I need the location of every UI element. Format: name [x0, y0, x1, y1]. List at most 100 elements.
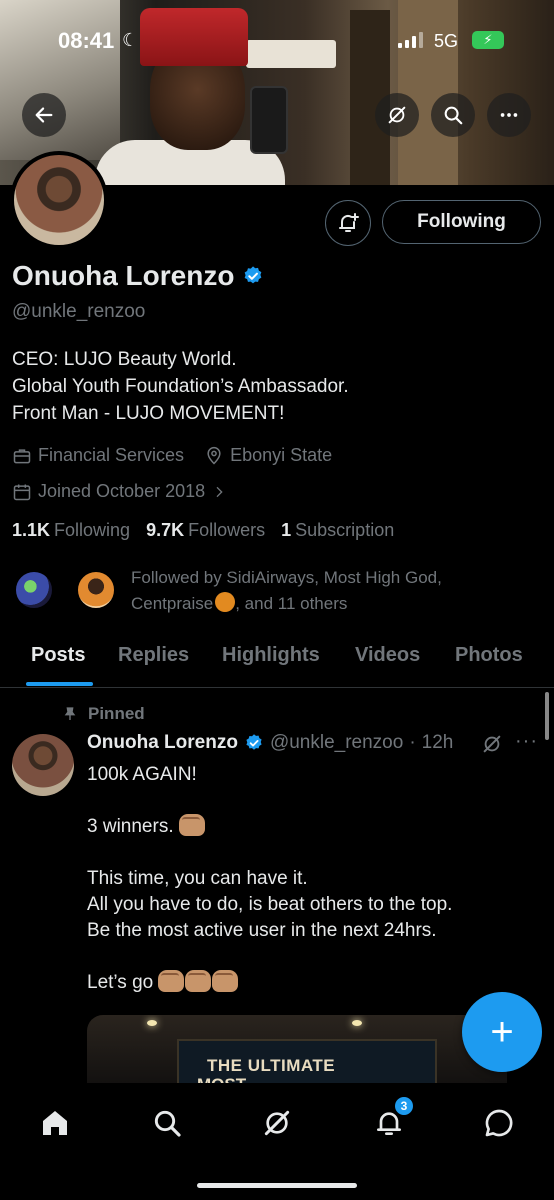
- battery-charging-icon: ⚡: [472, 31, 504, 49]
- post-separator: ·: [409, 732, 416, 753]
- fist-emoji-icon: [212, 970, 239, 992]
- post-author-avatar[interactable]: [12, 734, 74, 796]
- post-author-handle: @unkle_renzoo: [269, 732, 404, 753]
- post-line-with-emoji: Let’s go: [87, 970, 527, 996]
- more-horizontal-icon: [500, 113, 518, 117]
- search-icon: [154, 1110, 181, 1137]
- nav-messages[interactable]: [477, 1101, 521, 1145]
- profile-name: Onuoha Lorenzo: [12, 260, 235, 291]
- subscription-label: Subscription: [295, 520, 395, 540]
- chevron-right-icon: [216, 486, 223, 497]
- location-pin-icon: [207, 446, 221, 465]
- post-media-image[interactable]: THE ULTIMATE MOST: [87, 1015, 507, 1083]
- media-text: THE ULTIMATE: [207, 1056, 336, 1075]
- profile-tabs: Posts Replies Highlights Videos Photos: [0, 632, 554, 688]
- notifications-toggle-button[interactable]: [325, 200, 371, 246]
- bio-line: Global Youth Foundation’s Ambassador.: [12, 376, 349, 397]
- tab-replies[interactable]: Replies: [118, 644, 189, 667]
- profile-meta-row: Financial Services Ebonyi State: [12, 445, 332, 466]
- followers-count: 9.7K: [146, 520, 185, 540]
- post-more-options-button[interactable]: ···: [515, 730, 538, 753]
- post-body: 100k AGAIN! 3 winners. This time, you ca…: [87, 762, 527, 996]
- followers-stat[interactable]: 9.7K Followers: [146, 520, 265, 541]
- followed-by-line: Followed by SidiAirways, Most High God,: [131, 568, 442, 587]
- post-line: 100k AGAIN!: [87, 764, 197, 785]
- following-stat[interactable]: 1.1K Following: [12, 520, 130, 541]
- tab-photos[interactable]: Photos: [455, 644, 523, 667]
- fist-emoji-icon: [178, 814, 205, 836]
- signal-icon: [398, 32, 423, 48]
- post-line: This time, you can have it.: [87, 868, 308, 889]
- nav-home[interactable]: [33, 1101, 77, 1145]
- post-time: 12h: [421, 732, 454, 753]
- nav-notifications[interactable]: 3: [367, 1095, 415, 1145]
- profile-location: Ebonyi State: [230, 445, 333, 465]
- network-type: 5G: [434, 31, 459, 51]
- compose-post-button[interactable]: +: [462, 992, 542, 1072]
- orange-circle-emoji-icon: [215, 592, 236, 612]
- profile-stats: 1.1K Following 9.7K Followers 1 Subscriptio…: [12, 520, 394, 541]
- grok-icon: [264, 1110, 290, 1136]
- home-icon: [43, 1111, 67, 1135]
- profile-joined-row[interactable]: Joined October 2018: [12, 481, 227, 502]
- back-button[interactable]: [22, 93, 66, 137]
- active-tab-indicator: [26, 682, 93, 686]
- post-line: Be the most active user in the next 24hr…: [87, 920, 437, 941]
- pin-icon: [64, 707, 76, 720]
- bio-line: CEO: LUJO Beauty World.: [12, 349, 237, 370]
- profile-category[interactable]: Financial Services: [38, 445, 184, 466]
- banner-phone: [250, 86, 288, 154]
- tab-posts[interactable]: Posts: [31, 644, 85, 667]
- profile-handle: @unkle_renzoo: [12, 301, 146, 322]
- profile-name-row: Onuoha Lorenzo: [12, 260, 264, 292]
- status-time: 08:41: [58, 28, 115, 53]
- more-options-button[interactable]: [487, 93, 531, 137]
- media-text: MOST: [197, 1075, 246, 1083]
- ceiling-light: [352, 1020, 362, 1026]
- post-header: Onuoha Lorenzo @unkle_renzoo · 12h: [87, 732, 453, 754]
- briefcase-icon: [13, 448, 31, 463]
- followers-label: Followers: [188, 520, 266, 540]
- followed-by-text[interactable]: Followed by SidiAirways, Most High God, …: [131, 565, 531, 617]
- post-line: Let’s go: [87, 972, 154, 993]
- home-indicator[interactable]: [197, 1183, 357, 1188]
- chat-bubble-icon: [485, 1109, 513, 1137]
- grok-icon[interactable]: [481, 733, 503, 755]
- notifications-badge: 3: [393, 1095, 415, 1117]
- fist-emoji-icon: [158, 970, 185, 992]
- pinned-label: Pinned: [88, 704, 145, 723]
- scrollbar[interactable]: [545, 692, 549, 740]
- bell-plus-icon: [339, 213, 359, 232]
- post-line: 3 winners.: [87, 816, 174, 837]
- verified-badge-icon[interactable]: [244, 733, 264, 753]
- post-line: All you have to do, is beat others to th…: [87, 894, 453, 915]
- follower-avatar[interactable]: [76, 570, 116, 610]
- nav-grok[interactable]: [255, 1101, 299, 1145]
- post-line-with-emoji: 3 winners.: [87, 814, 527, 840]
- pinned-indicator: Pinned: [62, 704, 145, 724]
- grok-icon: [388, 106, 406, 124]
- followed-by-tail: , and 11 others: [235, 594, 348, 613]
- status-bar: 08:41 ☾ 5G ⚡: [0, 0, 554, 86]
- profile-bio: CEO: LUJO Beauty World. Global Youth Fou…: [12, 346, 349, 427]
- arrow-left-icon: [35, 107, 53, 123]
- nav-search[interactable]: [145, 1101, 189, 1145]
- plus-icon: +: [490, 1010, 514, 1054]
- bio-line: Front Man - LUJO MOVEMENT!: [12, 403, 285, 424]
- ceiling-light: [147, 1020, 157, 1026]
- focus-moon-icon: ☾: [122, 30, 139, 50]
- search-button[interactable]: [431, 93, 475, 137]
- verified-badge-icon[interactable]: [242, 265, 264, 287]
- profile-avatar[interactable]: [10, 151, 108, 249]
- grok-button[interactable]: [375, 93, 419, 137]
- tab-highlights[interactable]: Highlights: [222, 644, 320, 667]
- following-label: Following: [54, 520, 131, 540]
- follower-avatar[interactable]: [14, 570, 54, 610]
- subscription-count: 1: [281, 520, 292, 540]
- profile-joined: Joined October 2018: [38, 481, 206, 501]
- subscription-stat[interactable]: 1 Subscription: [281, 520, 394, 541]
- following-button[interactable]: Following: [382, 200, 541, 244]
- post-author-name[interactable]: Onuoha Lorenzo: [87, 732, 238, 754]
- tab-videos[interactable]: Videos: [355, 644, 420, 667]
- search-icon: [444, 106, 463, 125]
